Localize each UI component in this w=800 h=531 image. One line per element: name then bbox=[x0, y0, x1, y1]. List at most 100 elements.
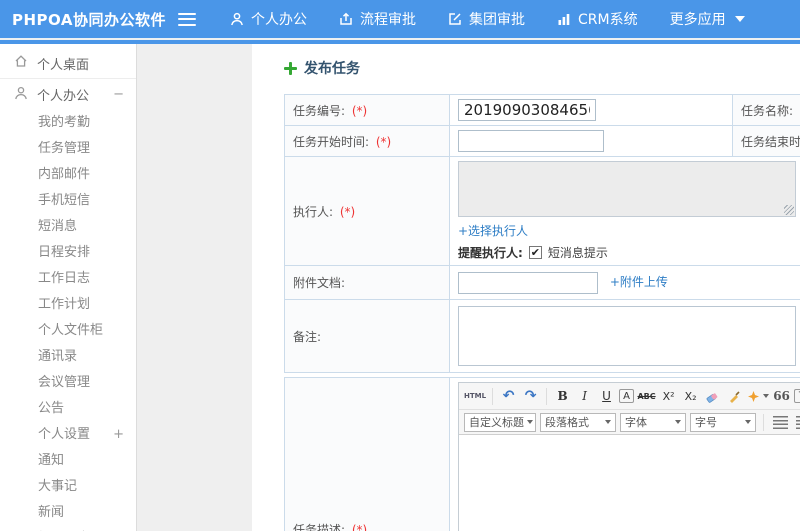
required-mark: (*) bbox=[351, 522, 368, 531]
table-row: 备注: bbox=[284, 299, 800, 373]
underline-button[interactable]: U bbox=[597, 387, 616, 406]
choose-executor-link[interactable]: +选择执行人 bbox=[458, 224, 528, 238]
start-time-input[interactable] bbox=[458, 130, 604, 152]
sidebar-item-big-events[interactable]: 大事记 bbox=[0, 474, 136, 500]
sidebar-item-news[interactable]: 新闻 bbox=[0, 500, 136, 526]
remark-textarea[interactable] bbox=[458, 306, 796, 366]
nav-workflow-approval[interactable]: 流程审批 bbox=[339, 9, 416, 29]
editor-toolbar-row1: HTML ↶ ↷ B I U A ABC X² X₂ 66 bbox=[459, 383, 800, 410]
sidebar-item-survey[interactable]: 投票调查 bbox=[0, 526, 136, 531]
nav-crm-system[interactable]: CRM系统 bbox=[557, 9, 638, 29]
field-label: 备注: bbox=[293, 329, 322, 344]
bold-button[interactable]: B bbox=[553, 387, 572, 406]
executor-textarea[interactable] bbox=[458, 161, 796, 217]
sidebar-item-work-log[interactable]: 工作日志 bbox=[0, 266, 136, 292]
task-number-input[interactable] bbox=[458, 99, 596, 121]
toolbar-separator bbox=[492, 387, 494, 405]
undo-button[interactable]: ↶ bbox=[499, 387, 518, 406]
paste-text-button[interactable]: T bbox=[794, 389, 800, 403]
person-icon bbox=[230, 12, 244, 26]
nav-group-approval[interactable]: 集团审批 bbox=[448, 9, 525, 29]
home-icon bbox=[14, 54, 28, 72]
superscript-button[interactable]: X² bbox=[659, 387, 678, 406]
end-time-label-cell: 任务结束时间: (*) bbox=[732, 125, 800, 157]
sidebar-item-personal-files[interactable]: 个人文件柜 bbox=[0, 318, 136, 344]
sidebar-item-work-plan[interactable]: 工作计划 bbox=[0, 292, 136, 318]
executor-label-cell: 执行人: (*) bbox=[284, 156, 450, 266]
attachment-upload-link[interactable]: +附件上传 bbox=[610, 275, 668, 289]
resize-handle[interactable] bbox=[784, 205, 794, 215]
auto-format-button[interactable] bbox=[747, 387, 770, 406]
chevron-down-icon bbox=[745, 420, 751, 424]
sidebar-item-personal-settings[interactable]: 个人设置 + bbox=[0, 422, 136, 448]
nav-more-apps[interactable]: 更多应用 bbox=[670, 9, 745, 29]
toolbar-separator bbox=[763, 413, 764, 431]
sidebar-item-meeting-management[interactable]: 会议管理 bbox=[0, 370, 136, 396]
redo-button[interactable]: ↷ bbox=[521, 387, 540, 406]
required-mark: (*) bbox=[351, 103, 368, 118]
subscript-button[interactable]: X₂ bbox=[681, 387, 700, 406]
field-label: 任务描述: bbox=[293, 522, 346, 531]
collapse-icon[interactable]: − bbox=[113, 87, 124, 102]
sidebar-item-label: 个人设置 bbox=[38, 427, 91, 442]
align-center-icon[interactable] bbox=[796, 415, 800, 429]
select-value: 字体 bbox=[625, 416, 647, 429]
eraser-button[interactable] bbox=[703, 387, 722, 406]
select-value: 自定义标题 bbox=[469, 416, 524, 429]
custom-title-select[interactable]: 自定义标题 bbox=[464, 412, 536, 432]
bar-chart-icon bbox=[557, 12, 571, 26]
person-icon bbox=[14, 86, 28, 104]
description-editor-area[interactable] bbox=[459, 435, 800, 531]
sms-remind-checkbox[interactable]: ✔ bbox=[528, 246, 542, 259]
paragraph-format-select[interactable]: 段落格式 bbox=[540, 412, 616, 432]
start-time-label-cell: 任务开始时间: (*) bbox=[284, 125, 450, 157]
font-style-button[interactable]: A bbox=[619, 389, 635, 403]
menu-toggle-icon[interactable] bbox=[178, 12, 196, 26]
sidebar-item-schedule[interactable]: 日程安排 bbox=[0, 240, 136, 266]
sidebar-item-label: 个人办公 bbox=[37, 89, 90, 104]
font-size-select[interactable]: 字号 bbox=[690, 412, 756, 432]
nav-label: 更多应用 bbox=[669, 12, 726, 28]
sidebar-item-personal-office[interactable]: 个人办公 − bbox=[0, 79, 136, 110]
blockquote-button[interactable]: 66 bbox=[772, 387, 791, 406]
table-row: 任务开始时间: (*) 任务结束时间: (*) bbox=[284, 125, 800, 157]
content-area: 发布任务 任务编号: (*) 任务名称: (*) bbox=[137, 44, 800, 531]
field-label: 任务结束时间: bbox=[741, 134, 800, 149]
field-label: 附件文档: bbox=[293, 276, 346, 290]
attachment-input[interactable] bbox=[458, 271, 598, 294]
sidebar-item-task-management[interactable]: 任务管理 bbox=[0, 136, 136, 162]
sidebar-item-mobile-sms[interactable]: 手机短信 bbox=[0, 188, 136, 214]
nav-personal-office[interactable]: 个人办公 bbox=[230, 9, 307, 29]
sidebar-item-announcement[interactable]: 公告 bbox=[0, 396, 136, 422]
sidebar-item-label: 个人桌面 bbox=[37, 57, 90, 73]
select-value: 字号 bbox=[695, 416, 717, 429]
chevron-down-icon bbox=[675, 420, 681, 424]
field-label: 任务开始时间: bbox=[293, 134, 370, 149]
rich-text-editor: HTML ↶ ↷ B I U A ABC X² X₂ 66 自定义标题 段落格式… bbox=[458, 382, 800, 531]
format-brush-button[interactable] bbox=[725, 387, 744, 406]
font-family-select[interactable]: 字体 bbox=[620, 412, 686, 432]
sidebar-item-contacts[interactable]: 通讯录 bbox=[0, 344, 136, 370]
main-panel: 发布任务 任务编号: (*) 任务名称: (*) bbox=[252, 44, 800, 531]
nav-label: 个人办公 bbox=[251, 12, 307, 28]
table-row: 任务描述: (*) HTML ↶ ↷ B I U A ABC X² X₂ 66 … bbox=[284, 377, 800, 531]
top-nav: 个人办公 流程审批 集团审批 CRM系统 更多应用 bbox=[230, 9, 745, 29]
task-form-table: 任务编号: (*) 任务名称: (*) 任务开始时间: (*) bbox=[284, 94, 800, 373]
nav-label: CRM系统 bbox=[578, 12, 638, 28]
align-left-icon[interactable] bbox=[773, 415, 788, 429]
sidebar: 个人桌面 个人办公 − 我的考勤 任务管理 内部邮件 手机短信 短消息 日程安排… bbox=[0, 44, 137, 531]
select-value: 段落格式 bbox=[545, 416, 589, 429]
page-title-text: 发布任务 bbox=[304, 61, 360, 77]
italic-button[interactable]: I bbox=[575, 387, 594, 406]
sms-remind-label: 短消息提示 bbox=[547, 246, 608, 260]
strikethrough-button[interactable]: ABC bbox=[637, 387, 656, 406]
description-label-cell: 任务描述: (*) bbox=[284, 377, 450, 531]
html-source-button[interactable]: HTML bbox=[464, 387, 486, 406]
editor-toolbar-row2: 自定义标题 段落格式 字体 字号 bbox=[459, 410, 800, 435]
sidebar-item-notice[interactable]: 通知 bbox=[0, 448, 136, 474]
sidebar-item-internal-mail[interactable]: 内部邮件 bbox=[0, 162, 136, 188]
expand-icon[interactable]: + bbox=[113, 422, 136, 448]
sidebar-item-personal-desktop[interactable]: 个人桌面 bbox=[0, 48, 136, 79]
sidebar-item-my-attendance[interactable]: 我的考勤 bbox=[0, 110, 136, 136]
sidebar-item-short-message[interactable]: 短消息 bbox=[0, 214, 136, 240]
